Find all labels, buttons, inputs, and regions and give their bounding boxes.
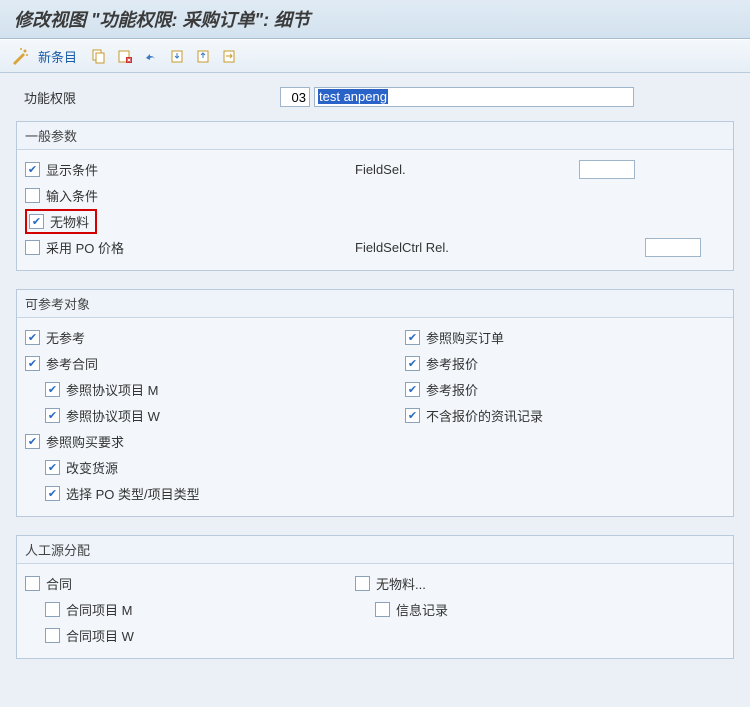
- info-record-label: 信息记录: [396, 600, 448, 619]
- ref-po-checkbox[interactable]: [405, 330, 420, 345]
- no-ref-checkbox[interactable]: [25, 330, 40, 345]
- code-input[interactable]: [280, 87, 310, 107]
- contract-w-label: 合同项目 W: [66, 626, 134, 645]
- panel-general-title: 一般参数: [17, 122, 733, 150]
- ref-agree-w-label: 参照协议项目 W: [66, 406, 160, 425]
- panel-general: 一般参数 显示条件 FieldSel. 输入条: [16, 121, 734, 271]
- fieldsel-label: FieldSel.: [355, 162, 406, 177]
- copy-icon[interactable]: [89, 46, 109, 66]
- import-icon[interactable]: [193, 46, 213, 66]
- contract-m-label: 合同项目 M: [66, 600, 132, 619]
- select-po-type-checkbox[interactable]: [45, 486, 60, 501]
- ref-agree-w-checkbox[interactable]: [45, 408, 60, 423]
- no-material2-label: 无物料...: [376, 574, 426, 593]
- new-entry-link[interactable]: 新条目: [38, 47, 77, 66]
- ref-agree-m-label: 参照协议项目 M: [66, 380, 158, 399]
- contract-label: 合同: [46, 574, 72, 593]
- adopt-po-price-checkbox[interactable]: [25, 240, 40, 255]
- input-cond-checkbox[interactable]: [25, 188, 40, 203]
- no-quote-info-checkbox[interactable]: [405, 408, 420, 423]
- ref-contract-label: 参考合同: [46, 354, 98, 373]
- transport-icon[interactable]: [219, 46, 239, 66]
- display-cond-label: 显示条件: [46, 160, 98, 179]
- fieldselctrl-label: FieldSelCtrl Rel.: [355, 240, 449, 255]
- change-source-checkbox[interactable]: [45, 460, 60, 475]
- undo-icon[interactable]: [141, 46, 161, 66]
- no-quote-info-label: 不含报价的资讯记录: [426, 406, 543, 425]
- toolbar: 新条目: [0, 39, 750, 73]
- contract-checkbox[interactable]: [25, 576, 40, 591]
- ref-agree-m-checkbox[interactable]: [45, 382, 60, 397]
- delete-icon[interactable]: [115, 46, 135, 66]
- ref-po-label: 参照购买订单: [426, 328, 504, 347]
- no-ref-label: 无参考: [46, 328, 85, 347]
- wand-icon[interactable]: [10, 46, 30, 66]
- ref-quote2-label: 参考报价: [426, 380, 478, 399]
- ref-preq-label: 参照购买要求: [46, 432, 124, 451]
- select-po-type-label: 选择 PO 类型/项目类型: [66, 484, 200, 503]
- window-title: 修改视图 "功能权限: 采购订单": 细节: [0, 0, 750, 39]
- contract-w-checkbox[interactable]: [45, 628, 60, 643]
- ref-preq-checkbox[interactable]: [25, 434, 40, 449]
- change-source-label: 改变货源: [66, 458, 118, 477]
- display-cond-checkbox[interactable]: [25, 162, 40, 177]
- panel-manual: 人工源分配 合同 无物料... 合同项目 M: [16, 535, 734, 659]
- info-record-checkbox[interactable]: [375, 602, 390, 617]
- export-icon[interactable]: [167, 46, 187, 66]
- fieldselctrl-input[interactable]: [645, 238, 701, 257]
- description-input[interactable]: test anpeng: [314, 87, 634, 107]
- no-material-label: 无物料: [50, 212, 89, 231]
- contract-m-checkbox[interactable]: [45, 602, 60, 617]
- no-material-checkbox[interactable]: [29, 214, 44, 229]
- panel-manual-title: 人工源分配: [17, 536, 733, 564]
- adopt-po-price-label: 采用 PO 价格: [46, 238, 124, 257]
- input-cond-label: 输入条件: [46, 186, 98, 205]
- ref-quote2-checkbox[interactable]: [405, 382, 420, 397]
- func-auth-label: 功能权限: [24, 88, 280, 107]
- panel-reference: 可参考对象 无参考 参考合同 参照协议项目 M 参照协议项目 W 参照购买要求 …: [16, 289, 734, 517]
- no-material2-checkbox[interactable]: [355, 576, 370, 591]
- panel-reference-title: 可参考对象: [17, 290, 733, 318]
- ref-quote1-checkbox[interactable]: [405, 356, 420, 371]
- fieldsel-input[interactable]: [579, 160, 635, 179]
- no-material-highlight: 无物料: [25, 209, 97, 234]
- ref-quote1-label: 参考报价: [426, 354, 478, 373]
- ref-contract-checkbox[interactable]: [25, 356, 40, 371]
